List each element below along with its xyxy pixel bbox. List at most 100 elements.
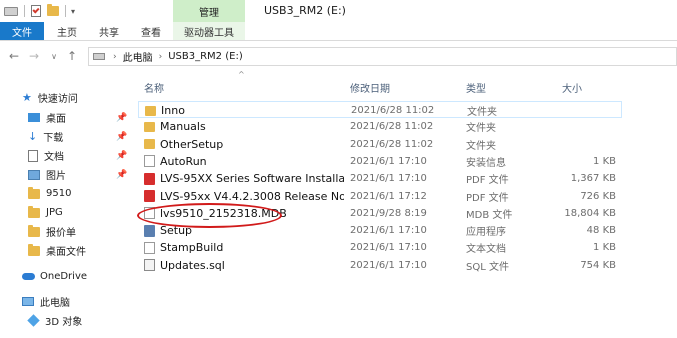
file-name: LVS-95xx V4.4.2.3008 Release Notes — [160, 189, 344, 203]
computer-icon — [22, 297, 34, 306]
file-name-cell[interactable]: lvs9510_2152318.MDB — [144, 205, 344, 222]
file-size: 1 KB — [593, 155, 616, 167]
file-date: 2021/6/28 11:02 — [350, 121, 434, 133]
download-icon: ↓ — [28, 130, 38, 143]
file-type: PDF 文件 — [466, 175, 509, 187]
file-name-cell[interactable]: StampBuild — [144, 239, 344, 256]
sidebar-this-pc[interactable]: 此电脑 — [0, 292, 135, 311]
file-name-cell[interactable]: Manuals — [144, 118, 344, 135]
title-bar: ▾ 管理 USB3_RM2 (E:) — [0, 0, 677, 22]
file-type: 安装信息 — [466, 157, 506, 169]
forward-arrow-icon[interactable]: → — [26, 48, 42, 64]
sidebar-3d-objects[interactable]: 3D 对象 — [0, 311, 135, 330]
up-arrow-icon[interactable]: ↑ — [64, 48, 80, 64]
file-name-cell[interactable]: OtherSetup — [144, 136, 344, 153]
sidebar-item-label: 此电脑 — [40, 298, 70, 309]
file-name: OtherSetup — [160, 137, 224, 151]
application-icon — [144, 224, 155, 237]
file-name-cell[interactable]: Setup — [144, 222, 344, 239]
file-type: 文本文档 — [466, 244, 506, 256]
recent-locations-chevron-icon[interactable]: ∨ — [46, 48, 62, 64]
file-name: Setup — [160, 224, 193, 238]
properties-icon[interactable] — [31, 5, 41, 17]
sidebar-item-desktop[interactable]: 桌面 📌 — [0, 108, 135, 127]
file-date: 2021/6/28 11:02 — [351, 105, 435, 116]
table-row[interactable]: LVS-95xx V4.4.2.3008 Release Notes 2021/6… — [138, 188, 622, 205]
manage-tab[interactable]: 管理 — [173, 0, 245, 22]
file-name-cell[interactable]: LVS-95XX Series Software Installatio... — [144, 170, 344, 187]
file-type: 文件夹 — [467, 107, 497, 118]
star-icon: ★ — [22, 91, 32, 104]
tab-share[interactable]: 共享 — [92, 22, 126, 40]
file-name-cell[interactable]: LVS-95xx V4.4.2.3008 Release Notes — [144, 188, 344, 205]
cloud-icon — [22, 273, 35, 280]
sidebar-item-quotes[interactable]: 报价单 — [0, 222, 135, 241]
breadcrumb-separator-icon: › — [113, 51, 117, 62]
navigation-bar: ← → ∨ ↑ › 此电脑 › USB3_RM2 (E:) — [0, 44, 677, 68]
table-row[interactable]: lvs9510_2152318.MDB 2021/9/28 8:19 MDB 文件 1… — [138, 205, 622, 222]
column-header-type[interactable]: 类型 — [466, 78, 556, 96]
sidebar-item-label: 文档 — [44, 152, 64, 163]
pin-icon: 📌 — [116, 131, 128, 142]
customize-toolbar-icon[interactable]: ▾ — [71, 7, 75, 16]
new-folder-icon[interactable] — [47, 4, 59, 16]
drive-icon — [93, 53, 105, 60]
document-icon — [144, 241, 155, 254]
file-name: Manuals — [160, 120, 206, 134]
tab-drive-tools[interactable]: 驱动器工具 — [173, 22, 245, 40]
column-header-size[interactable]: 大小 — [562, 78, 622, 96]
folder-icon — [145, 105, 156, 116]
column-header-name[interactable]: 名称 — [144, 78, 344, 96]
table-row[interactable]: AutoRun 2021/6/1 17:10 安装信息 1 KB — [138, 153, 622, 170]
pin-icon: 📌 — [116, 169, 128, 180]
pdf-icon — [144, 190, 155, 202]
address-bar[interactable]: › 此电脑 › USB3_RM2 (E:) — [88, 47, 677, 66]
sidebar-onedrive[interactable]: OneDrive — [0, 267, 135, 286]
file-name-cell[interactable]: Inno — [145, 102, 345, 119]
tab-view[interactable]: 查看 — [134, 22, 168, 40]
sidebar-item-desktop-files[interactable]: 桌面文件 — [0, 241, 135, 260]
table-row[interactable]: Inno 2021/6/28 11:02 文件夹 — [138, 101, 622, 118]
file-name: StampBuild — [160, 241, 224, 255]
sidebar-item-label: 桌面 — [46, 114, 66, 125]
sidebar-item-label: JPG — [46, 207, 63, 218]
tab-home[interactable]: 主页 — [50, 22, 84, 40]
sidebar-item-9510[interactable]: 9510 — [0, 184, 135, 203]
breadcrumb-drive[interactable]: USB3_RM2 (E:) — [168, 51, 243, 62]
folder-icon — [144, 121, 155, 132]
file-date: 2021/6/1 17:10 — [350, 225, 427, 237]
file-name-cell[interactable]: AutoRun — [144, 153, 344, 170]
tab-file[interactable]: 文件 — [0, 22, 44, 40]
breadcrumb-separator-icon: › — [158, 51, 163, 62]
table-row[interactable]: Manuals 2021/6/28 11:02 文件夹 — [138, 118, 622, 135]
file-date: 2021/6/1 17:10 — [350, 242, 427, 254]
file-size: 1,367 KB — [570, 173, 616, 185]
file-type: 文件夹 — [466, 140, 496, 152]
drive-icon — [4, 6, 18, 16]
back-arrow-icon[interactable]: ← — [6, 48, 22, 64]
documents-icon — [28, 149, 38, 162]
sidebar-item-pictures[interactable]: 图片 📌 — [0, 165, 135, 184]
folder-icon — [28, 243, 40, 256]
sidebar-item-documents[interactable]: 文档 📌 — [0, 146, 135, 165]
file-size: 754 KB — [580, 259, 616, 271]
file-size: 1 KB — [593, 242, 616, 254]
file-name-cell[interactable]: Updates.sql — [144, 257, 344, 274]
sidebar-item-label: 3D 对象 — [45, 317, 83, 328]
table-row[interactable]: Setup 2021/6/1 17:10 应用程序 48 KB — [138, 222, 622, 239]
pictures-icon — [28, 169, 40, 180]
settings-file-icon — [144, 155, 155, 168]
table-row[interactable]: Updates.sql 2021/6/1 17:10 SQL 文件 754 KB — [138, 257, 622, 274]
column-header-date[interactable]: 修改日期 — [350, 78, 460, 96]
sidebar-item-downloads[interactable]: ↓ 下载 📌 — [0, 127, 135, 146]
pin-icon: 📌 — [116, 150, 128, 161]
breadcrumb-this-pc[interactable]: 此电脑 — [123, 49, 153, 64]
sidebar-quick-access[interactable]: ★ 快速访问 — [0, 88, 135, 107]
file-type: PDF 文件 — [466, 192, 509, 204]
table-row[interactable]: StampBuild 2021/6/1 17:10 文本文档 1 KB — [138, 239, 622, 256]
sidebar-item-label: 9510 — [46, 188, 72, 199]
sidebar-item-jpg[interactable]: JPG — [0, 203, 135, 222]
table-row[interactable]: OtherSetup 2021/6/28 11:02 文件夹 — [138, 136, 622, 153]
file-size: 726 KB — [580, 190, 616, 202]
table-row[interactable]: LVS-95XX Series Software Installatio... 2… — [138, 170, 622, 187]
